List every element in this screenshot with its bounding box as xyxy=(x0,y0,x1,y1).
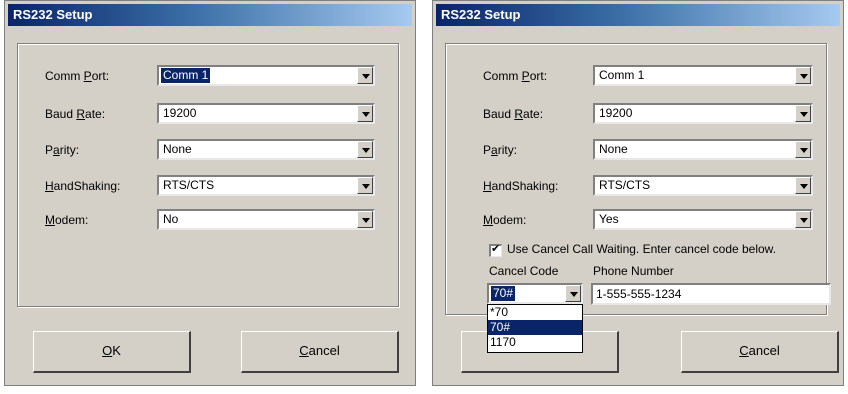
chevron-down-icon[interactable] xyxy=(357,67,373,84)
parity-select[interactable]: None xyxy=(157,139,375,160)
cancel-button[interactable]: Cancel xyxy=(681,331,839,373)
parity-select[interactable]: None xyxy=(593,139,813,160)
handshaking-value: RTS/CTS xyxy=(163,178,215,192)
baud-rate-value: 19200 xyxy=(599,106,633,120)
baud-rate-select[interactable]: 19200 xyxy=(593,103,813,124)
handshaking-label: HandShaking: xyxy=(483,179,559,193)
dropdown-option[interactable]: *70 xyxy=(488,305,582,320)
handshaking-value: RTS/CTS xyxy=(599,178,651,192)
phone-number-label: Phone Number xyxy=(593,264,674,278)
cancel-button[interactable]: Cancel xyxy=(241,331,399,373)
comm-port-select[interactable]: Comm 1 xyxy=(593,65,813,86)
cancel-call-waiting-checkbox[interactable] xyxy=(489,242,502,257)
comm-port-label: Comm Port: xyxy=(45,69,110,83)
chevron-down-icon[interactable] xyxy=(795,67,811,84)
cancel-code-value: 70# xyxy=(491,286,516,301)
chevron-down-icon[interactable] xyxy=(795,141,811,158)
modem-value: No xyxy=(163,212,179,226)
handshaking-label: HandShaking: xyxy=(45,179,121,193)
handshaking-select[interactable]: RTS/CTS xyxy=(157,175,375,196)
cancel-code-label: Cancel Code xyxy=(489,264,559,278)
cancel-call-waiting-label: Use Cancel Call Waiting. Enter cancel co… xyxy=(507,242,777,256)
comm-port-select[interactable]: Comm 1 xyxy=(157,65,375,86)
dialog-title: RS232 Setup xyxy=(436,4,840,26)
phone-number-field[interactable]: 1-555-555-1234 xyxy=(591,283,831,305)
comm-port-value: Comm 1 xyxy=(599,68,645,82)
comm-port-label: Comm Port: xyxy=(483,69,548,83)
parity-label: Parity: xyxy=(483,143,518,157)
chevron-down-icon[interactable] xyxy=(357,211,373,228)
ok-button[interactable]: OK xyxy=(33,331,191,373)
parity-label: Parity: xyxy=(45,143,80,157)
rs232-setup-dialog-left: RS232 Setup Comm Port: Comm 1 Baud Rate:… xyxy=(4,0,416,386)
baud-rate-label: Baud Rate: xyxy=(483,107,544,121)
chevron-down-icon[interactable] xyxy=(357,105,373,122)
modem-select[interactable]: Yes xyxy=(593,209,813,230)
cancel-code-select[interactable]: 70# xyxy=(487,283,583,304)
parity-value: None xyxy=(599,142,628,156)
chevron-down-icon[interactable] xyxy=(565,285,581,302)
baud-rate-value: 19200 xyxy=(163,106,197,120)
handshaking-select[interactable]: RTS/CTS xyxy=(593,175,813,196)
baud-rate-select[interactable]: 19200 xyxy=(157,103,375,124)
parity-value: None xyxy=(163,142,192,156)
chevron-down-icon[interactable] xyxy=(357,177,373,194)
comm-port-value: Comm 1 xyxy=(161,68,211,83)
modem-value: Yes xyxy=(599,212,619,226)
baud-rate-label: Baud Rate: xyxy=(45,107,106,121)
chevron-down-icon[interactable] xyxy=(357,141,373,158)
modem-select[interactable]: No xyxy=(157,209,375,230)
chevron-down-icon[interactable] xyxy=(795,177,811,194)
rs232-setup-dialog-right: RS232 Setup Comm Port: Comm 1 Baud Rate:… xyxy=(432,0,844,386)
modem-label: Modem: xyxy=(483,213,527,227)
cancel-code-dropdown-list: *70 70# 1170 xyxy=(487,304,583,353)
chevron-down-icon[interactable] xyxy=(795,105,811,122)
dropdown-option[interactable]: 1170 xyxy=(488,335,582,350)
chevron-down-icon[interactable] xyxy=(795,211,811,228)
dialog-title: RS232 Setup xyxy=(8,4,412,26)
dropdown-option[interactable]: 70# xyxy=(488,320,582,335)
modem-label: Modem: xyxy=(45,213,89,227)
